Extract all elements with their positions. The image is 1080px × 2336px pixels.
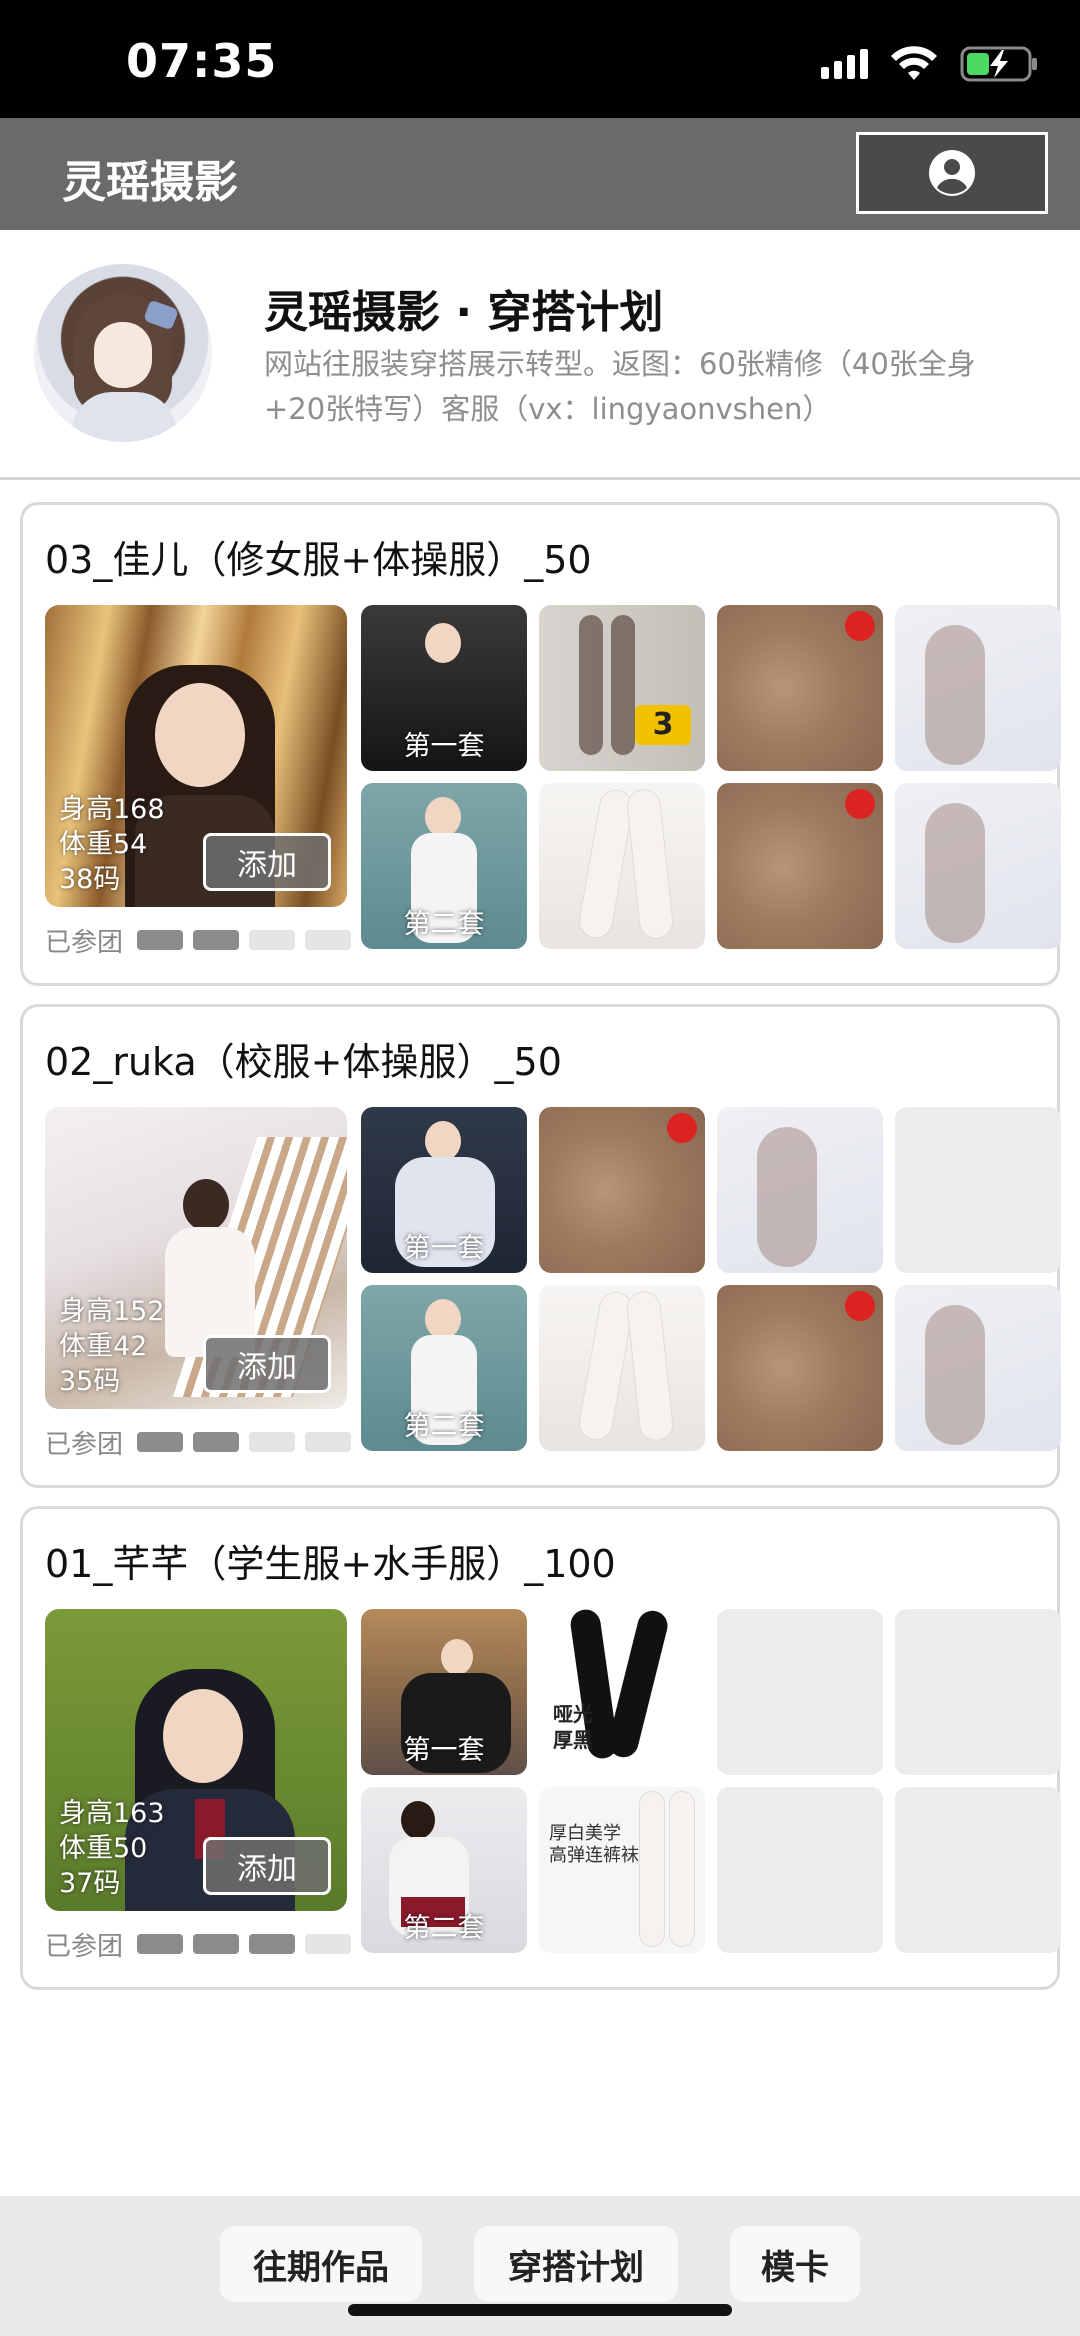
product-thumbnail[interactable] [895, 605, 1061, 771]
product-label: 哑光 厚黑 [553, 1702, 593, 1752]
progress-segment [193, 930, 240, 950]
pack-count-badge: 3 [635, 705, 691, 745]
progress-segment [249, 1934, 296, 1954]
model-size: 37码 [59, 1868, 121, 1899]
model-photo[interactable]: 身高168 体重54 38码 添加 [45, 605, 347, 907]
home-indicator[interactable] [348, 2304, 732, 2316]
status-icons [821, 40, 1040, 88]
empty-thumbnail [895, 1787, 1061, 1953]
model-height: 身高168 [59, 794, 165, 825]
model-height: 身高163 [59, 1798, 165, 1829]
product-thumbnail[interactable] [717, 1107, 883, 1273]
model-stats: 身高168 体重54 38码 [59, 792, 165, 897]
product-thumbnail[interactable] [717, 605, 883, 771]
progress-segment [137, 1934, 184, 1954]
product-thumbnail[interactable]: 哑光 厚黑 [539, 1609, 705, 1775]
app-header: 灵瑶摄影 [0, 118, 1080, 230]
outfit-thumbnail[interactable]: 第二套 [361, 1787, 527, 1953]
joined-label: 已参团 [45, 1429, 124, 1460]
outfit-thumbnail[interactable]: 第二套 [361, 783, 527, 949]
model-weight: 体重54 [59, 829, 148, 860]
status-time: 07:35 [126, 34, 278, 88]
product-thumbnail[interactable]: 厚白美学 高弹连裤袜 [539, 1787, 705, 1953]
outfit-thumbnail[interactable]: 第一套 [361, 1609, 527, 1775]
avatar [34, 264, 212, 442]
joined-label: 已参团 [45, 1931, 124, 1962]
profile-section: 灵瑶摄影 · 穿搭计划 网站往服装穿搭展示转型。返图：60张精修（40张全身+2… [0, 230, 1080, 480]
nav-model-card[interactable]: 模卡 [730, 2226, 860, 2302]
profile-description: 网站往服装穿搭展示转型。返图：60张精修（40张全身+20张特写）客服（vx：l… [264, 347, 976, 426]
empty-thumbnail [717, 1787, 883, 1953]
wifi-icon [890, 46, 938, 82]
add-button[interactable]: 添加 [203, 1837, 331, 1895]
joined-progress: 已参团 [45, 1425, 352, 1460]
user-circle-icon [929, 150, 975, 196]
model-weight: 体重42 [59, 1331, 148, 1362]
joined-progress: 已参团 [45, 923, 352, 958]
tile-caption: 第一套 [403, 1735, 485, 1766]
product-thumbnail[interactable] [895, 783, 1061, 949]
outfit-card[interactable]: 03_佳儿（修女服+体操服）_50 身高168 体重54 38码 添加 已参团 … [20, 502, 1061, 986]
add-button[interactable]: 添加 [203, 1335, 331, 1393]
joined-label: 已参团 [45, 927, 124, 958]
empty-thumbnail [717, 1609, 883, 1775]
tile-caption: 第二套 [403, 1411, 485, 1442]
cellular-signal-icon [821, 49, 868, 79]
progress-segment [249, 930, 296, 950]
outfit-card[interactable]: 02_ruka（校服+体操服）_50 身高152 体重42 35码 添加 已参团… [20, 1004, 1061, 1488]
progress-segment [137, 930, 184, 950]
product-thumbnail[interactable] [539, 1285, 705, 1451]
progress-segment [137, 1432, 184, 1452]
card-title: 01_芊芊（学生服+水手服）_100 [45, 1542, 616, 1586]
user-profile-button[interactable] [856, 132, 1048, 214]
outfit-thumbnail[interactable]: 第二套 [361, 1285, 527, 1451]
tile-caption: 第一套 [403, 1233, 485, 1264]
app-title: 灵瑶摄影 [62, 157, 238, 208]
empty-thumbnail [895, 1609, 1061, 1775]
progress-segment [305, 1432, 352, 1452]
card-title: 02_ruka（校服+体操服）_50 [45, 1040, 562, 1084]
tile-caption: 第二套 [403, 909, 485, 940]
profile-title: 灵瑶摄影 · 穿搭计划 [264, 287, 664, 338]
joined-progress: 已参团 [45, 1927, 352, 1962]
progress-segment [193, 1934, 240, 1954]
outfit-thumbnail[interactable]: 第一套 [361, 605, 527, 771]
product-thumbnail[interactable] [539, 783, 705, 949]
add-button[interactable]: 添加 [203, 833, 331, 891]
model-stats: 身高163 体重50 37码 [59, 1796, 165, 1901]
model-size: 38码 [59, 864, 121, 895]
model-height: 身高152 [59, 1296, 165, 1327]
outfit-card[interactable]: 01_芊芊（学生服+水手服）_100 身高163 体重50 37码 添加 已参团… [20, 1506, 1061, 1990]
empty-thumbnail [895, 1107, 1061, 1273]
tile-caption: 第一套 [403, 731, 485, 762]
outfit-thumbnail[interactable]: 第一套 [361, 1107, 527, 1273]
progress-segment [249, 1432, 296, 1452]
model-size: 35码 [59, 1366, 121, 1397]
model-photo[interactable]: 身高152 体重42 35码 添加 [45, 1107, 347, 1409]
product-thumbnail[interactable] [717, 783, 883, 949]
nav-past-works[interactable]: 往期作品 [220, 2226, 422, 2302]
tile-caption: 第二套 [403, 1913, 485, 1944]
product-thumbnail[interactable] [895, 1285, 1061, 1451]
progress-segment [193, 1432, 240, 1452]
progress-segment [305, 1934, 352, 1954]
model-stats: 身高152 体重42 35码 [59, 1294, 165, 1399]
product-thumbnail[interactable] [539, 1107, 705, 1273]
nav-outfit-plan[interactable]: 穿搭计划 [474, 2226, 678, 2302]
product-thumbnail[interactable]: 3 [539, 605, 705, 771]
product-thumbnail[interactable] [717, 1285, 883, 1451]
model-photo[interactable]: 身高163 体重50 37码 添加 [45, 1609, 347, 1911]
model-weight: 体重50 [59, 1833, 148, 1864]
product-label: 厚白美学 高弹连裤袜 [549, 1823, 639, 1866]
progress-segment [305, 930, 352, 950]
status-bar: 07:35 [0, 0, 1080, 118]
card-title: 03_佳儿（修女服+体操服）_50 [45, 538, 592, 582]
battery-charging-icon [960, 44, 1040, 84]
